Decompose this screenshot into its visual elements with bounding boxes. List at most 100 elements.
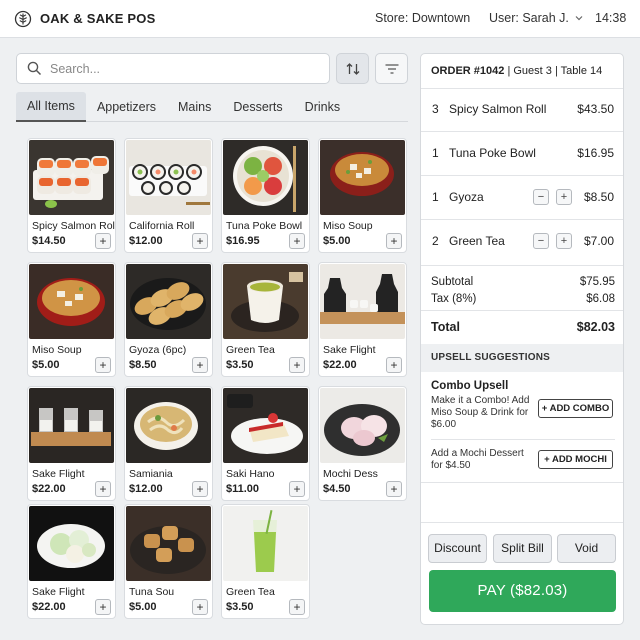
line-price: $16.95 [577, 146, 614, 160]
menu-card[interactable]: Miso Soup $5.00 + [318, 138, 407, 253]
order-panel: ORDER #1042 | Guest 3 | Table 14 3 Spicy… [420, 53, 624, 625]
menu-card[interactable]: Green Tea $3.50 + [221, 262, 310, 377]
item-name: Mochi Dess [323, 468, 378, 480]
divider [421, 522, 623, 523]
line-qty: 1 [432, 190, 439, 204]
item-price: $5.00 [323, 235, 351, 247]
add-item-button[interactable]: + [95, 481, 111, 497]
decrease-qty-button[interactable]: − [533, 233, 549, 249]
menu-card[interactable]: Miso Soup $5.00 + [27, 262, 116, 377]
void-button[interactable]: Void [557, 534, 616, 563]
menu-card[interactable]: Sake Flight $22.00 + [27, 504, 116, 619]
increase-qty-button[interactable]: + [556, 189, 572, 205]
item-price: $3.50 [226, 359, 254, 371]
order-line[interactable]: 1 Tuna Poke Bowl $16.95 [421, 131, 623, 175]
line-name: Spicy Salmon Roll [449, 102, 547, 116]
upsell-heading: UPSELL SUGGESTIONS [421, 344, 623, 372]
brand-name: OAK & SAKE POS [40, 11, 156, 26]
filter-button[interactable] [375, 53, 408, 84]
add-item-button[interactable]: + [386, 233, 402, 249]
line-qty: 1 [432, 146, 439, 160]
line-name: Green Tea [449, 234, 505, 248]
add-item-button[interactable]: + [95, 357, 111, 373]
divider [421, 265, 623, 266]
order-number: ORDER #1042 [431, 65, 505, 77]
menu-card[interactable]: Saki Hano $11.00 + [221, 386, 310, 501]
item-name: Gyoza (6pc) [129, 344, 187, 356]
item-price: $5.00 [32, 359, 60, 371]
user-label: User: Sarah J. [489, 11, 569, 25]
menu-card[interactable]: Sake Flight $22.00 + [27, 386, 116, 501]
tab-appetizers[interactable]: Appetizers [86, 92, 167, 122]
pay-button[interactable]: PAY ($82.03) [429, 570, 616, 612]
menu-card[interactable]: Sake Flight $22.00 + [318, 262, 407, 377]
add-mochi-button[interactable]: + ADD MOCHI [538, 450, 613, 469]
subtotal-value: $75.95 [579, 276, 615, 288]
add-item-button[interactable]: + [192, 481, 208, 497]
menu-card[interactable]: Gyoza (6pc) $8.50 + [124, 262, 213, 377]
item-name: Sake Flight [32, 468, 85, 480]
menu-card[interactable]: Green Tea $3.50 + [221, 504, 310, 619]
total-label: Total [431, 320, 460, 334]
add-combo-button[interactable]: + ADD COMBO [538, 399, 613, 418]
order-line[interactable]: 3 Spicy Salmon Roll $43.50 [421, 87, 623, 131]
item-price: $22.00 [32, 483, 66, 495]
combo-title: Combo Upsell [431, 380, 509, 392]
item-name: Saki Hano [226, 468, 275, 480]
order-line[interactable]: 2 Green Tea − + $7.00 [421, 219, 623, 263]
decrease-qty-button[interactable]: − [533, 189, 549, 205]
store-label[interactable]: Store: Downtown [375, 11, 470, 25]
menu-card[interactable]: California Roll $12.00 + [124, 138, 213, 253]
add-item-button[interactable]: + [95, 599, 111, 615]
add-item-button[interactable]: + [289, 481, 305, 497]
noodle-bowl-image [126, 388, 211, 463]
sort-button[interactable] [336, 53, 369, 84]
item-name: California Roll [129, 220, 195, 232]
menu-card[interactable]: Tuna Poke Bowl $16.95 + [221, 138, 310, 253]
sake-flight-image [29, 388, 114, 463]
item-name: Green Tea [226, 586, 275, 598]
miso-soup-image [320, 140, 405, 215]
item-name: Sake Flight [323, 344, 376, 356]
item-name: Tuna Sou [129, 586, 175, 598]
menu-card[interactable]: Samiania $12.00 + [124, 386, 213, 501]
increase-qty-button[interactable]: + [556, 233, 572, 249]
add-item-button[interactable]: + [289, 233, 305, 249]
tab-all-items[interactable]: All Items [16, 92, 86, 122]
tax-value: $6.08 [586, 293, 615, 305]
iced-green-tea-image [223, 506, 308, 581]
add-item-button[interactable]: + [192, 233, 208, 249]
menu-card[interactable]: Spicy Salmon Roll $14.50 + [27, 138, 116, 253]
tab-desserts[interactable]: Desserts [222, 92, 293, 122]
split-bill-button[interactable]: Split Bill [493, 534, 552, 563]
add-item-button[interactable]: + [192, 599, 208, 615]
tab-drinks[interactable]: Drinks [294, 92, 351, 122]
order-header: ORDER #1042 | Guest 3 | Table 14 [431, 65, 603, 77]
item-name: Green Tea [226, 344, 275, 356]
mochi-image [320, 388, 405, 463]
add-item-button[interactable]: + [386, 481, 402, 497]
item-price: $22.00 [323, 359, 357, 371]
discount-button[interactable]: Discount [428, 534, 487, 563]
order-line[interactable]: 1 Gyoza − + $8.50 [421, 175, 623, 219]
item-price: $12.00 [129, 483, 163, 495]
search-box[interactable] [16, 53, 330, 84]
search-input[interactable] [50, 61, 310, 76]
chevron-down-icon [575, 16, 583, 21]
divider [431, 439, 615, 440]
item-name: Spicy Salmon Roll [32, 220, 116, 232]
line-qty: 2 [432, 234, 439, 248]
user-menu[interactable]: User: Sarah J. [489, 11, 583, 25]
add-item-button[interactable]: + [289, 599, 305, 615]
add-item-button[interactable]: + [192, 357, 208, 373]
tab-mains[interactable]: Mains [167, 92, 222, 122]
add-item-button[interactable]: + [95, 233, 111, 249]
add-item-button[interactable]: + [289, 357, 305, 373]
add-item-button[interactable]: + [386, 357, 402, 373]
menu-card[interactable]: Tuna Sou $5.00 + [124, 504, 213, 619]
category-tabs: All Items Appetizers Mains Desserts Drin… [16, 92, 408, 122]
line-price: $43.50 [577, 102, 614, 116]
menu-card[interactable]: Mochi Dess $4.50 + [318, 386, 407, 501]
line-name: Tuna Poke Bowl [449, 146, 536, 160]
item-price: $11.00 [226, 483, 260, 495]
